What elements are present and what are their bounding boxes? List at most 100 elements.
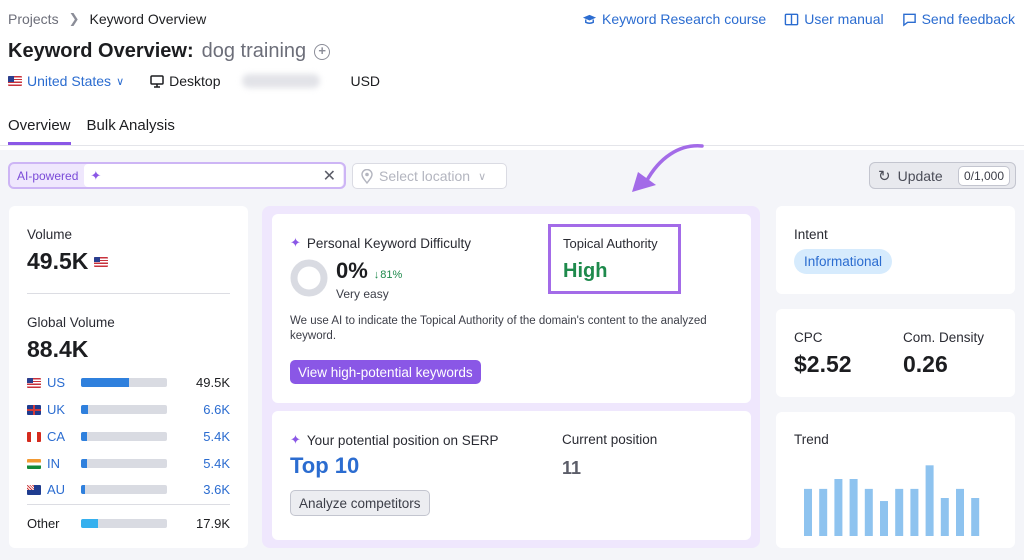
desktop-icon (150, 74, 164, 88)
manual-link-label: User manual (804, 11, 884, 27)
currency-label: USD (350, 73, 381, 89)
view-keywords-label: View high-potential keywords (298, 364, 473, 380)
location-placeholder: Select location (379, 168, 471, 184)
update-button[interactable]: ↻ Update 0/1,000 (869, 162, 1016, 189)
density-label: Com. Density (903, 330, 985, 345)
device-label: Desktop (169, 73, 221, 89)
feedback-link[interactable]: Send feedback (902, 11, 1015, 27)
intent-badge: Informational (794, 249, 893, 274)
ai-powered-label: AI-powered (17, 168, 79, 183)
list-item: US 49.5K (27, 375, 230, 390)
feedback-link-label: Send feedback (921, 11, 1015, 27)
chevron-right-icon: ❯ (68, 11, 80, 26)
serp-value: Top 10 (290, 453, 360, 478)
us-flag-icon (8, 76, 22, 86)
volume-bar-fill (81, 459, 88, 468)
trend-bar (956, 488, 964, 536)
volume-bar-fill (81, 485, 86, 494)
pkd-description: We use AI to indicate the Topical Author… (290, 315, 707, 342)
topical-authority-value: High (563, 260, 608, 282)
list-item: IN 5.4K (27, 456, 230, 471)
list-item: UK 6.6K (27, 402, 230, 417)
refresh-icon: ↻ (878, 167, 891, 185)
current-position-label: Current position (562, 432, 658, 447)
header: Projects ❯ Keyword Overview Keyword Rese… (0, 0, 1024, 150)
topical-authority-box: Topical Authority High (548, 224, 681, 294)
volume-bar-fill (81, 519, 99, 528)
country-code[interactable]: CA (47, 429, 79, 444)
view-keywords-button[interactable]: View high-potential keywords (290, 360, 481, 384)
volume-bar (81, 459, 167, 468)
serp-card: ✦ Your potential position on SERP Top 10… (272, 411, 751, 540)
country-code[interactable]: UK (47, 402, 79, 417)
pkd-donut (290, 259, 328, 297)
country-volume: 49.5K (196, 375, 230, 390)
country-volume[interactable]: 6.6K (203, 402, 230, 417)
volume-bar-fill (81, 405, 88, 414)
ca-flag-icon (27, 431, 41, 442)
serp-label-row: ✦ Your potential position on SERP (290, 432, 499, 448)
country-code[interactable]: IN (47, 456, 79, 471)
feedback-icon (902, 13, 916, 27)
other-label: Other (27, 516, 60, 531)
pkd-rating: Very easy (336, 287, 389, 301)
us-flag-icon (27, 377, 41, 388)
trend-bar (910, 488, 919, 536)
meta-row: United States ∨ Desktop USD (8, 73, 380, 89)
blurred-database (242, 74, 321, 88)
intent-label: Intent (794, 227, 828, 242)
analyze-competitors-button[interactable]: Analyze competitors (290, 490, 430, 516)
location-select[interactable]: Select location ∨ (352, 163, 507, 189)
country-code[interactable]: US (47, 375, 79, 390)
trend-bar (940, 498, 949, 536)
ai-powered-search: AI-powered ✦ ✕ (8, 162, 346, 189)
country-code[interactable]: AU (47, 482, 79, 497)
trend-card: Trend (776, 412, 1015, 548)
trend-bar (819, 488, 828, 536)
volume-bar-fill (81, 378, 130, 387)
density-value: 0.26 (903, 351, 948, 377)
trend-label: Trend (794, 432, 829, 447)
header-divider (0, 145, 1024, 146)
breadcrumb-projects[interactable]: Projects (8, 11, 59, 27)
country-volume[interactable]: 5.4K (203, 456, 230, 471)
trend-bar (864, 488, 873, 536)
sparkle-icon: ✦ (290, 235, 301, 250)
tab-overview[interactable]: Overview (8, 117, 71, 145)
serp-label: Your potential position on SERP (306, 432, 499, 448)
trend-bar (880, 501, 888, 536)
manual-link[interactable]: User manual (784, 11, 884, 27)
trend-bar (804, 488, 812, 536)
annotation-arrow (632, 144, 704, 192)
other-volume: 17.9K (196, 516, 230, 531)
pkd-value: 0% (336, 258, 368, 283)
chevron-down-icon: ∨ (116, 75, 125, 88)
intent-card: Intent Informational (776, 206, 1015, 294)
current-position-value: 11 (562, 458, 582, 478)
cpc-value: $2.52 (794, 351, 852, 377)
volume-bar (81, 485, 167, 494)
ai-search-input[interactable]: ✦ ✕ (84, 164, 343, 187)
update-count-badge: 0/1,000 (957, 165, 1010, 186)
add-icon[interactable]: + (314, 43, 331, 60)
volume-card: Volume 49.5K Global Volume 88.4K US 49.5… (9, 206, 248, 548)
global-volume-rows: US 49.5K UK 6.6K CA 5.4K IN 5.4K AU 3.6K (27, 206, 230, 548)
country-select[interactable]: United States ∨ (8, 73, 124, 89)
breadcrumb: Projects ❯ Keyword Overview (8, 11, 206, 27)
list-item: CA 5.4K (27, 429, 230, 444)
page-title: Keyword Overview: dog training + (8, 40, 331, 63)
volume-bar (81, 405, 167, 414)
volume-bar (81, 432, 167, 441)
close-icon[interactable]: ✕ (323, 166, 343, 186)
top-links: Keyword Research course User manual Send… (582, 11, 1015, 27)
course-link[interactable]: Keyword Research course (582, 11, 766, 27)
sparkle-icon: ✦ (290, 432, 301, 447)
trend-bar (925, 465, 934, 536)
country-volume[interactable]: 5.4K (203, 429, 230, 444)
pkd-change-row: ↓ 81% (374, 269, 403, 281)
tab-bulk-analysis[interactable]: Bulk Analysis (87, 117, 175, 145)
volume-bar (81, 378, 167, 387)
trend-bar (895, 488, 904, 536)
country-volume[interactable]: 3.6K (203, 482, 230, 497)
chevron-down-icon: ∨ (478, 170, 487, 183)
